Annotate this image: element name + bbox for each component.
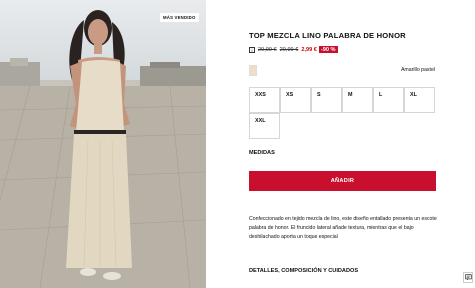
product-photo[interactable]: MÁS VENDIDO <box>0 0 206 288</box>
price-row: i 29,99 € 20,99 € 2,99 € -90 % <box>249 45 338 54</box>
info-icon[interactable]: i <box>249 46 255 53</box>
original-price: 29,99 € <box>258 46 277 53</box>
color-name: Amarillo pastel <box>400 67 435 73</box>
add-to-cart-button[interactable]: AÑADIR <box>249 171 436 191</box>
bestseller-badge: MÁS VENDIDO <box>160 13 199 22</box>
color-swatch[interactable] <box>249 65 257 76</box>
size-option[interactable]: XL <box>404 87 435 113</box>
size-option[interactable]: M <box>342 87 373 113</box>
size-option[interactable]: XXL <box>249 113 280 139</box>
model-image <box>0 0 206 288</box>
product-description: Confeccionado en tejido mezcla de lino, … <box>249 216 437 240</box>
discount-badge: -90 % <box>318 46 338 53</box>
previous-price: 20,99 € <box>279 46 299 53</box>
details-section-link[interactable]: DETALLES, COMPOSICIÓN Y CUIDADOS <box>249 268 358 274</box>
size-option[interactable]: XXS <box>249 87 280 113</box>
size-option[interactable]: L <box>373 87 404 113</box>
chat-icon <box>464 274 472 281</box>
measures-link[interactable]: MEDIDAS <box>249 150 275 156</box>
product-title: TOP MEZCLA LINO PALABRA DE HONOR <box>249 31 406 40</box>
sale-price: 2,99 € <box>301 46 317 53</box>
product-info-panel: TOP MEZCLA LINO PALABRA DE HONOR i 29,99… <box>206 0 475 288</box>
size-option[interactable]: XS <box>280 87 311 113</box>
size-option[interactable]: S <box>311 87 342 113</box>
chat-button[interactable] <box>463 272 473 283</box>
